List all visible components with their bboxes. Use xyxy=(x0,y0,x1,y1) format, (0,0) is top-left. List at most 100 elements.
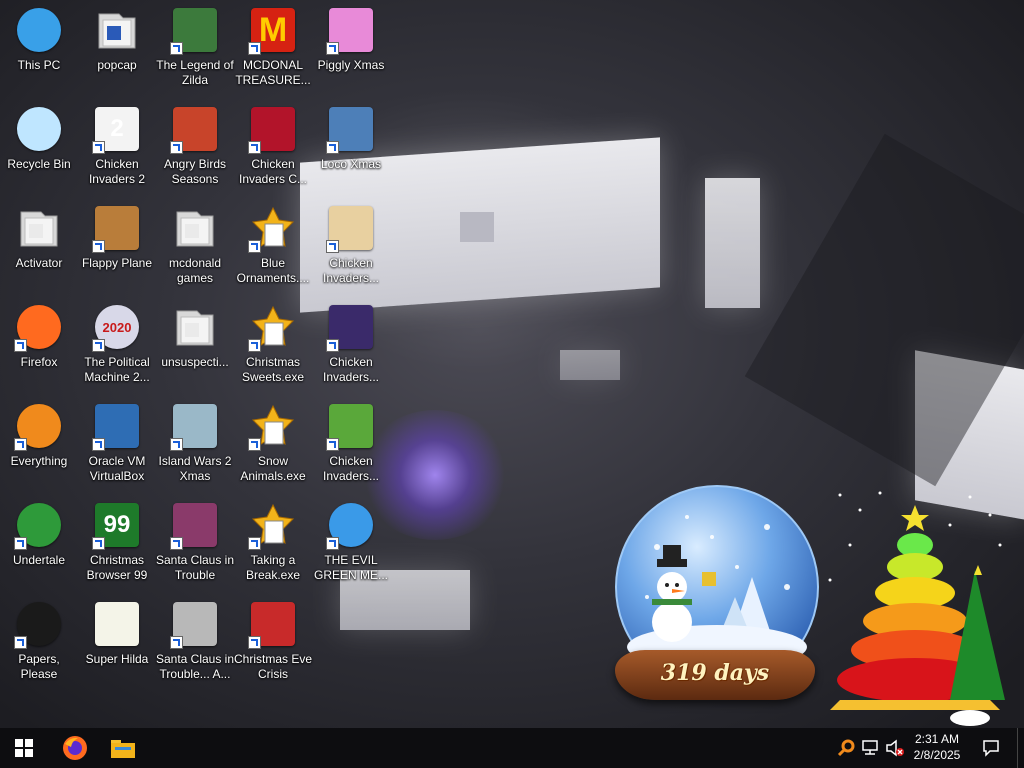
firefox-icon xyxy=(63,736,87,760)
desktop-icon-loco-xmas[interactable]: Loco Xmas xyxy=(312,99,390,197)
desktop-icon-christmas-eve-crisis[interactable]: Christmas Eve Crisis xyxy=(234,594,312,692)
shortcut-arrow-icon xyxy=(326,438,339,451)
shortcut-arrow-icon xyxy=(170,438,183,451)
file-explorer-icon xyxy=(111,740,135,758)
desktop-icon-label: Flappy Plane xyxy=(81,256,153,270)
clock-date: 2/8/2025 xyxy=(913,748,961,762)
shortcut-arrow-icon xyxy=(92,141,105,154)
desktop-icon-label: Loco Xmas xyxy=(320,157,382,171)
desktop-icon-chicken-invaders-c[interactable]: Chicken Invaders C... xyxy=(234,99,312,197)
windows-logo-icon xyxy=(15,739,33,757)
desktop-icon-unsuspecti[interactable]: unsuspecti... xyxy=(156,297,234,395)
desktop-icon-chicken-invaders-b[interactable]: Chicken Invaders... xyxy=(312,297,390,395)
desktop-icon-label: Everything xyxy=(10,454,68,468)
desktop-icon-label: Chicken Invaders... xyxy=(322,355,380,384)
desktop-icon-mcdonald-games[interactable]: mcdonald games xyxy=(156,198,234,296)
desktop-icon-angry-birds-seasons[interactable]: Angry Birds Seasons xyxy=(156,99,234,197)
desktop-icon-christmas-sweets[interactable]: Christmas Sweets.exe xyxy=(234,297,312,395)
folder-icon xyxy=(15,204,63,252)
desktop-icon-santa-claus-trouble[interactable]: Santa Claus in Trouble xyxy=(156,495,234,593)
shortcut-arrow-icon xyxy=(326,537,339,550)
desktop-icon-recycle-bin[interactable]: Recycle Bin xyxy=(0,99,78,197)
shortcut-arrow-icon xyxy=(92,438,105,451)
desktop-icon-super-hilda[interactable]: Super Hilda xyxy=(78,594,156,692)
papers-please-icon xyxy=(14,600,63,649)
desktop-icon-snow-animals[interactable]: Snow Animals.exe xyxy=(234,396,312,494)
desktop-icon-label: The Legend of Zilda xyxy=(156,58,234,87)
shortcut-arrow-icon xyxy=(326,339,339,352)
political-machine-icon: 2020 xyxy=(92,303,141,352)
desktop-icon-mcdonal-treasure[interactable]: M MCDONAL TREASURE... xyxy=(234,0,312,98)
santa-icon xyxy=(170,501,219,550)
shortcut-arrow-icon xyxy=(92,240,105,253)
shortcut-arrow-icon xyxy=(14,636,27,649)
desktop-icon-island-wars-2[interactable]: Island Wars 2 Xmas xyxy=(156,396,234,494)
snow-globe-widget[interactable]: 319 days xyxy=(610,485,820,705)
desktop-icon-label: THE EVIL GREEN ME... xyxy=(313,553,388,582)
desktop-icon-label: Undertale xyxy=(12,553,66,567)
desktop-icon-evil-green-me[interactable]: THE EVIL GREEN ME... xyxy=(312,495,390,593)
santa-icon xyxy=(170,600,219,649)
computer-icon xyxy=(15,6,63,54)
desktop-icon-label: Taking a Break.exe xyxy=(245,553,301,582)
shortcut-arrow-icon xyxy=(248,240,261,253)
start-button[interactable] xyxy=(0,728,48,768)
shortcut-arrow-icon xyxy=(248,141,261,154)
shortcut-arrow-icon xyxy=(14,537,27,550)
desktop-icon-popcap[interactable]: popcap xyxy=(78,0,156,98)
mcdonalds-logo-icon: M xyxy=(248,6,297,55)
recycle-bin-icon xyxy=(15,105,63,153)
network-icon[interactable] xyxy=(861,738,881,758)
taskbar-clock[interactable]: 2:31 AM 2/8/2025 xyxy=(902,731,972,763)
desktop-icon-label: Piggly Xmas xyxy=(317,58,385,72)
desktop-icon-taking-a-break[interactable]: Taking a Break.exe xyxy=(234,495,312,593)
chicken-santa-icon xyxy=(326,204,375,253)
desktop-icon-label: Santa Claus in Trouble... A... xyxy=(155,652,235,681)
desktop-icon-political-machine[interactable]: 2020 The Political Machine 2... xyxy=(78,297,156,395)
desktop-icon-santa-claus-trouble-a[interactable]: Santa Claus in Trouble... A... xyxy=(156,594,234,692)
desktop-icon-this-pc[interactable]: This PC xyxy=(0,0,78,98)
tray-search-icon[interactable] xyxy=(836,738,856,758)
bear-icon xyxy=(326,105,375,154)
desktop-icon-papers-please[interactable]: Papers, Please xyxy=(0,594,78,692)
chicken-space-icon xyxy=(326,303,375,352)
desktop-icon-everything[interactable]: Everything xyxy=(0,396,78,494)
exe-file-icon xyxy=(248,501,297,550)
christmas-tree-icon[interactable] xyxy=(820,485,1024,728)
desktop-icon-chicken-invaders-d[interactable]: Chicken Invaders... xyxy=(312,396,390,494)
desktop-icon-blue-ornaments[interactable]: Blue Ornaments.... xyxy=(234,198,312,296)
plane-icon xyxy=(92,204,141,253)
desktop-icon-firefox[interactable]: Firefox xyxy=(0,297,78,395)
exe-file-icon xyxy=(248,402,297,451)
desktop-icon-label: Oracle VM VirtualBox xyxy=(88,454,146,483)
desktop-icon-piggly-xmas[interactable]: Piggly Xmas xyxy=(312,0,390,98)
desktop-icon-chicken-invaders-2[interactable]: 2 Chicken Invaders 2 xyxy=(78,99,156,197)
shortcut-arrow-icon xyxy=(326,42,339,55)
desktop-icon-flappy-plane[interactable]: Flappy Plane xyxy=(78,198,156,296)
action-center-icon[interactable] xyxy=(981,738,1001,758)
desktop-icon-label: Papers, Please xyxy=(18,652,60,681)
taskbar-file-explorer-button[interactable] xyxy=(99,728,147,768)
shortcut-arrow-icon xyxy=(170,636,183,649)
shortcut-arrow-icon xyxy=(248,438,261,451)
desktop-icon-undertale[interactable]: Undertale xyxy=(0,495,78,593)
desktop-icon-label: Super Hilda xyxy=(85,652,149,666)
desktop-icon-christmas-browser-99[interactable]: 99 Christmas Browser 99 xyxy=(78,495,156,593)
desktop-icon-label: Santa Claus in Trouble xyxy=(155,553,235,582)
zilda-game-icon xyxy=(170,6,219,55)
taskbar-firefox-button[interactable] xyxy=(51,728,99,768)
desktop-icon-chicken-invaders-a[interactable]: Chicken Invaders... xyxy=(312,198,390,296)
desktop-icon-legend-of-zilda[interactable]: The Legend of Zilda xyxy=(156,0,234,98)
desktop-icon-activator[interactable]: Activator xyxy=(0,198,78,296)
desktop-icon-label: Chicken Invaders C... xyxy=(238,157,308,186)
shortcut-arrow-icon xyxy=(92,537,105,550)
desktop-icon-label: Christmas Eve Crisis xyxy=(233,652,313,681)
pixel-cat-icon xyxy=(93,600,141,648)
shortcut-arrow-icon xyxy=(92,339,105,352)
show-desktop-button[interactable] xyxy=(1017,728,1024,768)
desktop-icon-label: The Political Machine 2... xyxy=(84,355,150,384)
messenger-icon xyxy=(326,501,375,550)
pig-icon xyxy=(326,6,375,55)
desktop-icon-oracle-vm[interactable]: Oracle VM VirtualBox xyxy=(78,396,156,494)
taskbar: 2:31 AM 2/8/2025 xyxy=(0,728,1024,768)
